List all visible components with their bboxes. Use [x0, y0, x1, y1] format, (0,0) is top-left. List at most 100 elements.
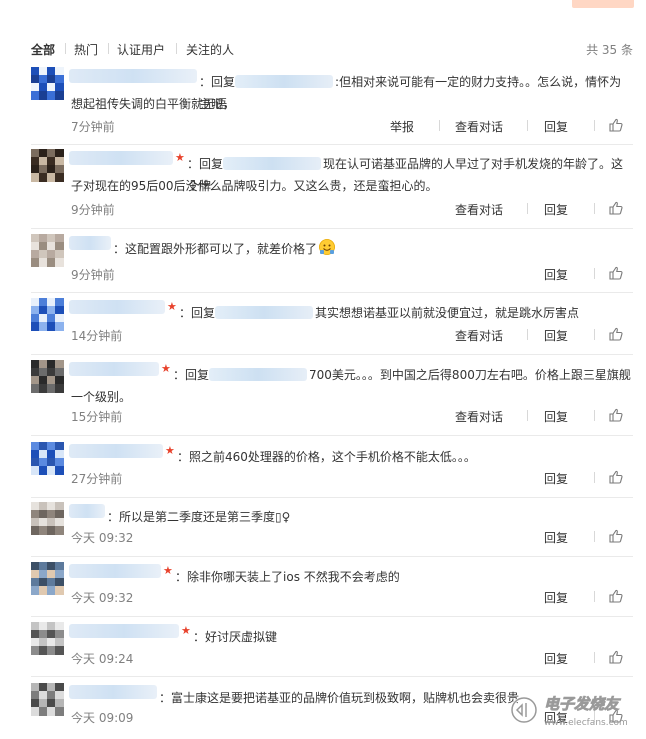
like-thumb-icon[interactable]	[608, 649, 624, 665]
avatar[interactable]	[31, 683, 64, 716]
avatar[interactable]	[31, 360, 64, 393]
comment-text-line1: 富士康这是要把诺基亚的品牌价值玩到极致啊，贴牌机也会卖很贵	[171, 691, 520, 705]
avatar[interactable]	[31, 234, 64, 267]
publish-button[interactable]	[572, 0, 634, 8]
avatar[interactable]	[31, 67, 64, 100]
colon-separator: ：	[193, 630, 206, 644]
comment-divider	[31, 354, 633, 355]
tab-verified-users[interactable]: 认证用户	[117, 41, 165, 58]
comment-text-line1: 照之前460处理器的价格，这个手机价格不能太低。。。	[189, 450, 476, 464]
reply-to-label: 回复	[185, 368, 210, 382]
like-thumb-icon[interactable]	[608, 588, 624, 604]
reply-button[interactable]: 回复	[544, 327, 568, 344]
colon-separator: ：	[177, 450, 190, 464]
username-blurred[interactable]	[69, 564, 161, 578]
like-thumb-icon[interactable]	[608, 469, 624, 485]
comment-divider	[31, 616, 633, 617]
comment-divider	[31, 435, 633, 436]
reply-button[interactable]: 回复	[544, 201, 568, 218]
tab-hot[interactable]: 热门	[74, 41, 98, 58]
comment-item: ★ ：好讨厌虚拟键 今天 09:24 回复	[31, 622, 633, 670]
reply-to-username-blurred[interactable]	[215, 306, 314, 319]
reply-button[interactable]: 回复	[544, 408, 568, 425]
comment-text-line1: 700美元。。。到中国之后得800刀左右吧。价格上跟三星旗舰	[309, 368, 631, 382]
avatar[interactable]	[31, 502, 64, 535]
username-blurred[interactable]	[69, 685, 157, 699]
reply-button[interactable]: 回复	[544, 470, 568, 487]
colon-separator: ：	[179, 306, 192, 320]
action-divider	[527, 410, 528, 421]
vip-star-icon: ★	[175, 151, 185, 164]
username-blurred[interactable]	[69, 444, 163, 458]
username-blurred[interactable]	[69, 624, 179, 638]
comment-time: 27分钟前	[71, 472, 123, 486]
like-thumb-icon[interactable]	[608, 117, 624, 133]
smiley-emoji-icon	[319, 239, 336, 255]
comment-filter-tabs: 全部 热门 认证用户 关注的人 共 35 条	[31, 41, 633, 57]
comment-text-line1: 好讨厌虚拟键	[205, 630, 278, 644]
tab-all[interactable]: 全部	[31, 41, 55, 58]
comment-text: ：这配置跟外形都可以了，就差价格了	[113, 238, 631, 260]
comment-item: ★ ：照之前460处理器的价格，这个手机价格不能太低。。。 27分钟前 回复	[31, 442, 633, 490]
comment-item: ：回复:但相对来说可能有一定的财力支持。。怎么说，情怀为主吧， 想起祖传失调的白平…	[31, 67, 633, 138]
comment-divider	[31, 497, 633, 498]
comment-item: ★ ：回复 现在认可诺基亚品牌的人早过了对手机发烧的年龄了。这个牌 子对现在的95后0…	[31, 149, 633, 221]
reply-to-username-blurred[interactable]	[223, 157, 322, 170]
avatar[interactable]	[31, 562, 64, 595]
reply-to-username-blurred[interactable]	[235, 75, 334, 88]
action-divider	[594, 120, 595, 131]
tab-following[interactable]: 关注的人	[186, 41, 234, 58]
view-conversation-button[interactable]: 查看对话	[455, 118, 503, 135]
like-thumb-icon[interactable]	[608, 265, 624, 281]
elecfans-logo-icon: 电子发烧友 www.elecfans.com	[510, 695, 628, 728]
colon-separator: ：	[187, 157, 200, 171]
reply-to-username-blurred[interactable]	[209, 368, 308, 381]
username-blurred[interactable]	[69, 300, 165, 314]
view-conversation-button[interactable]: 查看对话	[455, 408, 503, 425]
comment-divider	[31, 676, 633, 677]
comment-time: 今天 09:09	[71, 711, 134, 725]
vip-star-icon: ★	[161, 362, 171, 375]
like-thumb-icon[interactable]	[608, 528, 624, 544]
avatar[interactable]	[31, 442, 64, 475]
comment-text-line2: 子对现在的95后00后没什么品牌吸引力。又这么贵，还是蛮担心的。	[71, 179, 438, 193]
comment-divider	[31, 144, 633, 145]
username-blurred[interactable]	[69, 236, 111, 250]
comment-text-line1: 除非你哪天装上了ios 不然我不会考虑的	[187, 570, 400, 584]
like-thumb-icon[interactable]	[608, 326, 624, 342]
comment-text-line1: 这配置跟外形都可以了，就差价格了	[125, 242, 318, 256]
action-divider	[527, 120, 528, 131]
action-divider	[594, 531, 595, 542]
view-conversation-button[interactable]: 查看对话	[455, 201, 503, 218]
username-blurred[interactable]	[69, 151, 173, 165]
tab-divider	[176, 43, 177, 54]
comment-time: 7分钟前	[71, 120, 115, 134]
view-conversation-button[interactable]: 查看对话	[455, 327, 503, 344]
like-thumb-icon[interactable]	[608, 407, 624, 423]
comment-time: 9分钟前	[71, 268, 115, 282]
reply-button[interactable]: 回复	[544, 650, 568, 667]
avatar[interactable]	[31, 622, 64, 655]
elecfans-watermark: 电子发烧友 www.elecfans.com	[508, 688, 638, 734]
reply-button[interactable]: 回复	[544, 118, 568, 135]
username-blurred[interactable]	[69, 69, 197, 83]
comment-time: 今天 09:24	[71, 652, 134, 666]
username-blurred[interactable]	[69, 504, 105, 518]
colon-separator: ：	[159, 691, 172, 705]
action-divider	[594, 652, 595, 663]
avatar[interactable]	[31, 149, 64, 182]
reply-button[interactable]: 回复	[544, 589, 568, 606]
watermark-url: www.elecfans.com	[544, 718, 628, 728]
vip-star-icon: ★	[163, 564, 173, 577]
comment-text: ：所以是第二季度还是第三季度▯♀	[107, 506, 631, 528]
username-blurred[interactable]	[69, 362, 159, 376]
avatar[interactable]	[31, 298, 64, 331]
reply-button[interactable]: 回复	[544, 529, 568, 546]
reply-button[interactable]: 回复	[544, 266, 568, 283]
comment-item: ★ ：回复 700美元。。。到中国之后得800刀左右吧。价格上跟三星旗舰 一个级别。 1…	[31, 360, 633, 428]
comment-time: 14分钟前	[71, 329, 123, 343]
report-button[interactable]: 举报	[390, 118, 414, 135]
like-thumb-icon[interactable]	[608, 200, 624, 216]
vip-star-icon: ★	[165, 444, 175, 457]
action-divider	[594, 472, 595, 483]
